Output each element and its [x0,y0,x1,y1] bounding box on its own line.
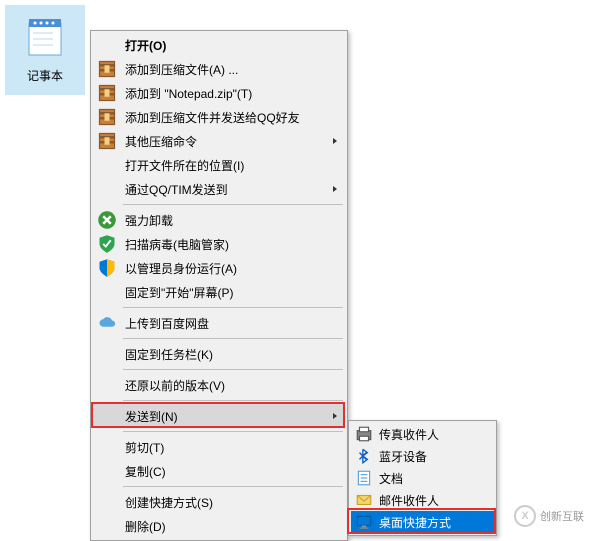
menu-separator [123,486,343,487]
fax-icon [355,425,373,443]
menu-item[interactable]: 打开(O) [93,33,345,57]
archive-icon [97,131,117,151]
shield-blue-icon [97,258,117,278]
blank-icon [97,461,117,481]
menu-item-label: 以管理员身份运行(A) [125,260,341,277]
uninstall-icon [97,210,117,230]
chevron-right-icon [329,135,341,147]
submenu-item-label: 蓝牙设备 [379,448,490,465]
blank-icon [97,437,117,457]
menu-item[interactable]: 固定到"开始"屏幕(P) [93,280,345,304]
desktop-icon-notepad[interactable]: 记事本 [5,5,85,95]
menu-separator [123,400,343,401]
chevron-right-icon [329,183,341,195]
menu-item[interactable]: 添加到压缩文件(A) ... [93,57,345,81]
context-menu: 打开(O) 添加到压缩文件(A) ... 添加到 "Notepad.zip"(T) 添… [90,30,348,541]
menu-item[interactable]: 以管理员身份运行(A) [93,256,345,280]
menu-item-label: 复制(C) [125,463,341,480]
blank-icon [97,516,117,536]
menu-item[interactable]: 打开文件所在的位置(I) [93,153,345,177]
menu-item-label: 删除(D) [125,518,341,535]
menu-item-label: 打开(O) [125,37,341,54]
blank-icon [97,282,117,302]
blank-icon [97,35,117,55]
submenu-item[interactable]: 传真收件人 [351,423,494,445]
shield-green-icon [97,234,117,254]
menu-item[interactable]: 固定到任务栏(K) [93,342,345,366]
notepad-icon [21,13,69,61]
menu-separator [123,307,343,308]
menu-item-label: 还原以前的版本(V) [125,377,341,394]
menu-item[interactable]: 创建快捷方式(S) [93,490,345,514]
blank-icon [97,375,117,395]
menu-item[interactable]: 剪切(T) [93,435,345,459]
doc-icon [355,469,373,487]
menu-item-label: 添加到 "Notepad.zip"(T) [125,85,341,102]
mail-icon [355,491,373,509]
blank-icon [97,344,117,364]
menu-item-label: 添加到压缩文件并发送给QQ好友 [125,109,341,126]
menu-item-label: 打开文件所在的位置(I) [125,157,341,174]
submenu-item[interactable]: 文档 [351,467,494,489]
desktop-icon-label: 记事本 [27,67,63,84]
bluetooth-icon [355,447,373,465]
submenu-item-label: 传真收件人 [379,426,490,443]
menu-item[interactable]: 还原以前的版本(V) [93,373,345,397]
menu-separator [123,369,343,370]
menu-separator [123,204,343,205]
menu-item[interactable]: 通过QQ/TIM发送到 [93,177,345,201]
menu-item-label: 其他压缩命令 [125,133,329,150]
menu-item[interactable]: 扫描病毒(电脑管家) [93,232,345,256]
submenu-item[interactable]: 桌面快捷方式 [351,511,494,533]
menu-item[interactable]: 复制(C) [93,459,345,483]
watermark: X 创新互联 [514,505,584,527]
menu-item-label: 发送到(N) [125,408,329,425]
menu-separator [123,338,343,339]
menu-item-label: 上传到百度网盘 [125,315,341,332]
submenu-item-label: 文档 [379,470,490,487]
submenu-item-label: 桌面快捷方式 [379,514,490,531]
menu-item[interactable]: 发送到(N) [93,404,345,428]
archive-icon [97,59,117,79]
menu-item-label: 剪切(T) [125,439,341,456]
blank-icon [97,492,117,512]
menu-item-label: 扫描病毒(电脑管家) [125,236,341,253]
menu-item-label: 固定到任务栏(K) [125,346,341,363]
menu-item[interactable]: 删除(D) [93,514,345,538]
cloud-icon [97,313,117,333]
submenu-item-label: 邮件收件人 [379,492,490,509]
blank-icon [97,179,117,199]
blank-icon [97,155,117,175]
send-to-submenu: 传真收件人蓝牙设备文档邮件收件人桌面快捷方式 [348,420,497,536]
chevron-right-icon [329,410,341,422]
submenu-item[interactable]: 邮件收件人 [351,489,494,511]
desktop-icon [355,513,373,531]
menu-item-label: 强力卸载 [125,212,341,229]
menu-item[interactable]: 添加到压缩文件并发送给QQ好友 [93,105,345,129]
menu-separator [123,431,343,432]
archive-icon [97,107,117,127]
menu-item-label: 通过QQ/TIM发送到 [125,181,329,198]
menu-item[interactable]: 添加到 "Notepad.zip"(T) [93,81,345,105]
menu-item[interactable]: 上传到百度网盘 [93,311,345,335]
menu-item-label: 添加到压缩文件(A) ... [125,61,341,78]
blank-icon [97,406,117,426]
archive-icon [97,83,117,103]
menu-item[interactable]: 其他压缩命令 [93,129,345,153]
watermark-text: 创新互联 [540,508,584,524]
submenu-item[interactable]: 蓝牙设备 [351,445,494,467]
watermark-icon: X [514,505,536,527]
menu-item-label: 创建快捷方式(S) [125,494,341,511]
menu-item-label: 固定到"开始"屏幕(P) [125,284,341,301]
menu-item[interactable]: 强力卸载 [93,208,345,232]
